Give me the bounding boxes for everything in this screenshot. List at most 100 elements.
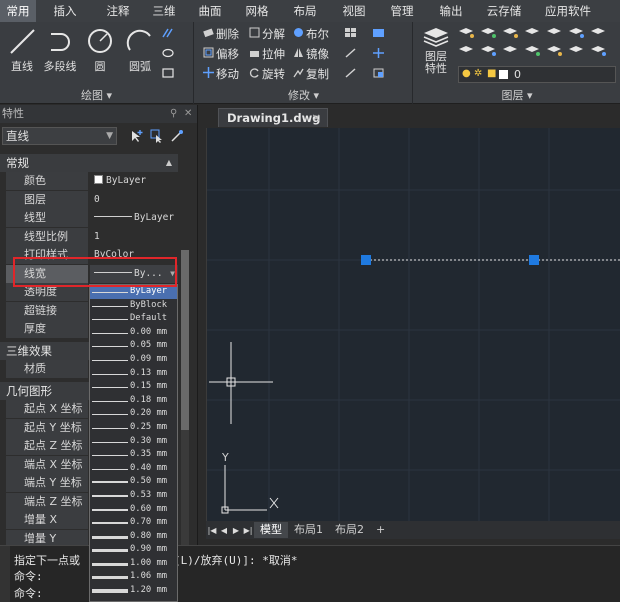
array-icon[interactable] — [345, 28, 357, 38]
toggle-pickadd-icon[interactable] — [130, 129, 144, 143]
lineweight-option[interactable]: 0.00 mm — [90, 326, 177, 340]
lineweight-option[interactable]: 0.20 mm — [90, 407, 177, 421]
lineweight-option[interactable]: 0.35 mm — [90, 448, 177, 462]
trim-icon[interactable] — [345, 48, 357, 58]
grip-midpoint[interactable] — [529, 255, 539, 265]
hatch-icon[interactable] — [162, 28, 174, 38]
grip-start[interactable] — [361, 255, 371, 265]
prop-row-color[interactable]: 颜色 ByLayer — [6, 172, 178, 191]
modify-group-title[interactable]: 修改 ▾ — [195, 88, 412, 104]
menu-item-insert[interactable]: 插入 — [36, 0, 94, 22]
tab-model[interactable]: 模型 — [254, 522, 288, 538]
lineweight-option[interactable]: Default — [90, 312, 177, 326]
next-tab-icon[interactable]: ▶ — [230, 526, 242, 535]
prop-row-lineweight[interactable]: 线宽 By... ▼ — [6, 264, 178, 284]
scale-icon[interactable] — [373, 68, 385, 78]
menu-item-view[interactable]: 视图 — [330, 0, 378, 22]
layer-tools-icons[interactable] — [458, 26, 618, 62]
ellipse-icon[interactable] — [162, 48, 174, 58]
prop-row-linetype-scale[interactable]: 线型比例 1 — [6, 227, 178, 247]
line-icon — [10, 29, 35, 54]
lineweight-option[interactable]: 0.13 mm — [90, 367, 177, 381]
lineweight-option[interactable]: 0.25 mm — [90, 421, 177, 435]
prop-value-plot-style: ByColor — [94, 249, 135, 260]
lineweight-option[interactable]: ByLayer — [90, 285, 177, 299]
lineweight-option[interactable]: 0.30 mm — [90, 435, 177, 449]
copy-button[interactable]: 复制 — [293, 66, 329, 82]
prop-key-transparency: 透明度 — [6, 283, 88, 301]
draw-group-title[interactable]: 绘图 ▾ — [0, 88, 193, 104]
lineweight-option[interactable]: 0.60 mm — [90, 503, 177, 517]
tab-drawing1[interactable]: Drawing1.dwg ✕ — [218, 108, 328, 127]
menu-item-apps[interactable]: 应用软件 — [532, 0, 604, 22]
prop-row-plot-style[interactable]: 打印样式 ByColor — [6, 246, 178, 265]
arc-tool[interactable]: 圆弧 — [120, 26, 160, 74]
prev-tab-icon[interactable]: ◀ — [218, 526, 230, 535]
lineweight-option[interactable]: ByBlock — [90, 299, 177, 313]
close-icon[interactable]: ✕ — [311, 109, 321, 127]
scrollbar-thumb[interactable] — [181, 250, 189, 430]
menu-item-home[interactable]: 常用 — [0, 0, 36, 22]
command-prompt[interactable]: 命令: — [14, 585, 43, 601]
extend-icon[interactable] — [373, 48, 385, 58]
lineweight-sample — [92, 508, 128, 511]
tab-add[interactable]: + — [370, 522, 391, 538]
circle-tool[interactable]: 圆 — [80, 26, 120, 74]
menu-item-annotate[interactable]: 注释 — [94, 0, 142, 22]
lineweight-sample — [92, 576, 128, 580]
layer-dropdown[interactable]: ● ✲ ■ 0 — [458, 66, 616, 83]
fillet-icon[interactable] — [345, 68, 357, 78]
align-icon[interactable] — [373, 28, 385, 38]
stretch-button[interactable]: 拉伸 — [249, 46, 285, 62]
lineweight-option[interactable]: 0.70 mm — [90, 516, 177, 530]
menu-item-mesh[interactable]: 网格 — [234, 0, 280, 22]
first-tab-icon[interactable]: |◀ — [206, 526, 218, 535]
menu-item-cloud[interactable]: 云存储 — [476, 0, 532, 22]
lineweight-option[interactable]: 1.20 mm — [90, 584, 177, 598]
panel-pin-icon[interactable]: ⚲ — [170, 105, 177, 123]
lineweight-option[interactable]: 0.05 mm — [90, 339, 177, 353]
mirror-button[interactable]: 镜像 — [293, 46, 329, 62]
panel-close-icon[interactable]: ✕ — [184, 105, 192, 123]
command-line-handle[interactable] — [0, 546, 10, 602]
lineweight-option[interactable]: 0.53 mm — [90, 489, 177, 503]
polyline-tool[interactable]: 多段线 — [40, 26, 80, 74]
drawing-canvas[interactable] — [206, 128, 620, 521]
prop-row-layer[interactable]: 图层 0 — [6, 190, 178, 210]
tab-layout2[interactable]: 布局2 — [329, 522, 370, 538]
lineweight-option[interactable]: 0.09 mm — [90, 353, 177, 367]
properties-scrollbar[interactable] — [181, 250, 189, 580]
tab-layout1[interactable]: 布局1 — [288, 522, 329, 538]
offset-button[interactable]: 偏移 — [203, 46, 239, 62]
last-tab-icon[interactable]: ▶| — [242, 526, 254, 535]
lineweight-option[interactable]: 0.80 mm — [90, 530, 177, 544]
lineweight-option[interactable]: 0.15 mm — [90, 380, 177, 394]
object-type-select[interactable]: 直线 ▼ — [2, 127, 117, 145]
lineweight-option[interactable]: 0.18 mm — [90, 394, 177, 408]
lineweight-option[interactable]: 0.90 mm — [90, 543, 177, 557]
menu-item-output[interactable]: 输出 — [426, 0, 476, 22]
erase-button[interactable]: 删除 — [203, 26, 239, 42]
lineweight-option[interactable]: 0.50 mm — [90, 475, 177, 489]
layer-properties-button[interactable]: 图层 特性 — [420, 26, 452, 75]
explode-button[interactable]: 分解 — [249, 26, 285, 42]
menu-item-3d[interactable]: 三维 — [142, 0, 186, 22]
lineweight-option[interactable]: 0.40 mm — [90, 462, 177, 476]
boolean-button[interactable]: 布尔 — [293, 26, 329, 42]
line-tool[interactable]: 直线 — [2, 26, 42, 74]
lineweight-option[interactable]: 1.00 mm — [90, 557, 177, 571]
menu-item-surface[interactable]: 曲面 — [186, 0, 234, 22]
layer-group-title[interactable]: 图层 ▾ — [414, 88, 620, 104]
section-general[interactable]: 常规 ▲ — [0, 154, 178, 172]
move-button[interactable]: 移动 — [203, 66, 239, 82]
lineweight-option[interactable]: 1.06 mm — [90, 570, 177, 584]
rotate-button[interactable]: 旋转 — [249, 66, 285, 82]
lineweight-option-label: 0.60 mm — [130, 503, 168, 514]
prop-row-linetype[interactable]: 线型 ByLayer — [6, 209, 178, 228]
select-objects-icon[interactable] — [150, 129, 164, 143]
menu-item-layout[interactable]: 布局 — [280, 0, 330, 22]
prop-value-lineweight[interactable]: By... ▼ — [90, 264, 178, 283]
menu-item-manage[interactable]: 管理 — [378, 0, 426, 22]
rectangle-icon[interactable] — [162, 68, 174, 78]
quick-select-icon[interactable] — [170, 129, 184, 143]
